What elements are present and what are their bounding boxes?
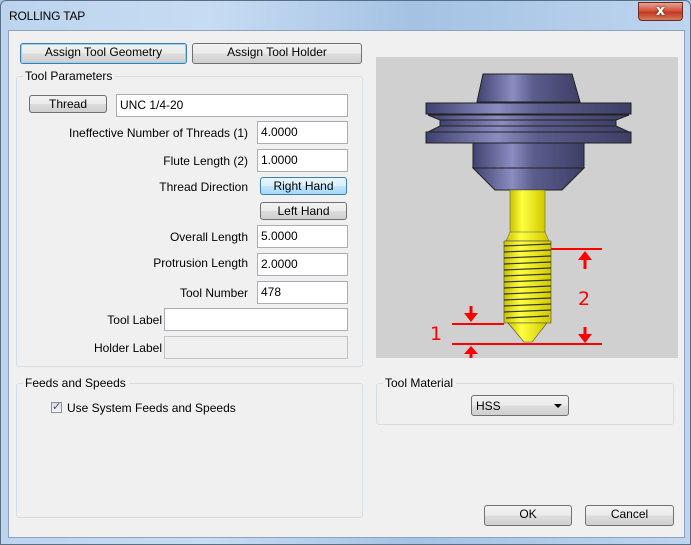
flute-length-field[interactable]: 1.0000 [257, 149, 348, 172]
thread-field[interactable]: UNC 1/4-20 [116, 94, 348, 117]
dialog-body: Assign Tool Geometry Assign Tool Holder … [8, 30, 685, 538]
tool-holder-shape [425, 73, 632, 191]
dimension-1-label: 1 [430, 323, 442, 345]
tool-number-label: Tool Number [179, 286, 248, 300]
close-button[interactable]: x [638, 2, 683, 21]
assign-tool-geometry-button[interactable]: Assign Tool Geometry [20, 43, 187, 64]
holder-label-field [164, 336, 348, 359]
rolling-tap-dialog: ROLLING TAP x Assign Tool Geometry Assig… [0, 0, 691, 545]
ineffective-threads-label: Ineffective Number of Threads (1) [69, 126, 248, 140]
thread-button[interactable]: Thread [29, 95, 107, 113]
left-hand-button[interactable]: Left Hand [260, 202, 347, 220]
use-system-feeds-checkbox[interactable]: ✓ [51, 400, 62, 413]
tool-label-field[interactable] [164, 308, 348, 331]
tool-material-label: Tool Material [383, 376, 457, 390]
rolling-tap-illustration: 2 1 [425, 73, 632, 358]
tool-preview: 2 1 [376, 57, 678, 358]
right-hand-button[interactable]: Right Hand [260, 177, 347, 195]
protrusion-length-label: Protrusion Length [153, 256, 248, 270]
tool-label-label: Tool Label [107, 313, 162, 327]
holder-label-label: Holder Label [93, 341, 162, 355]
ineffective-threads-field[interactable]: 4.0000 [257, 121, 348, 144]
chevron-down-icon [554, 404, 562, 408]
overall-length-label: Overall Length [169, 230, 248, 244]
tool-material-select[interactable]: HSS [471, 395, 569, 416]
overall-length-field[interactable]: 5.0000 [257, 225, 348, 248]
close-icon: x [655, 3, 666, 19]
tap-thread-shape [503, 240, 552, 343]
feeds-and-speeds-label: Feeds and Speeds [23, 376, 129, 390]
ok-button[interactable]: OK [484, 505, 572, 526]
flute-length-label: Flute Length (2) [163, 154, 248, 168]
use-system-feeds-label[interactable]: Use System Feeds and Speeds [67, 401, 236, 415]
tool-parameters-label: Tool Parameters [23, 69, 116, 83]
window-title: ROLLING TAP [9, 9, 86, 23]
tool-material-value: HSS [476, 399, 501, 413]
dimension-2-label: 2 [578, 288, 590, 310]
assign-tool-holder-button[interactable]: Assign Tool Holder [192, 43, 362, 64]
protrusion-length-field[interactable]: 2.0000 [257, 253, 348, 276]
cancel-button[interactable]: Cancel [585, 505, 674, 526]
tool-number-field[interactable]: 478 [257, 281, 348, 304]
checkmark-icon: ✓ [52, 400, 62, 413]
thread-direction-label: Thread Direction [159, 180, 248, 194]
tap-shank-shape [505, 189, 550, 242]
title-bar: ROLLING TAP x [1, 1, 690, 31]
